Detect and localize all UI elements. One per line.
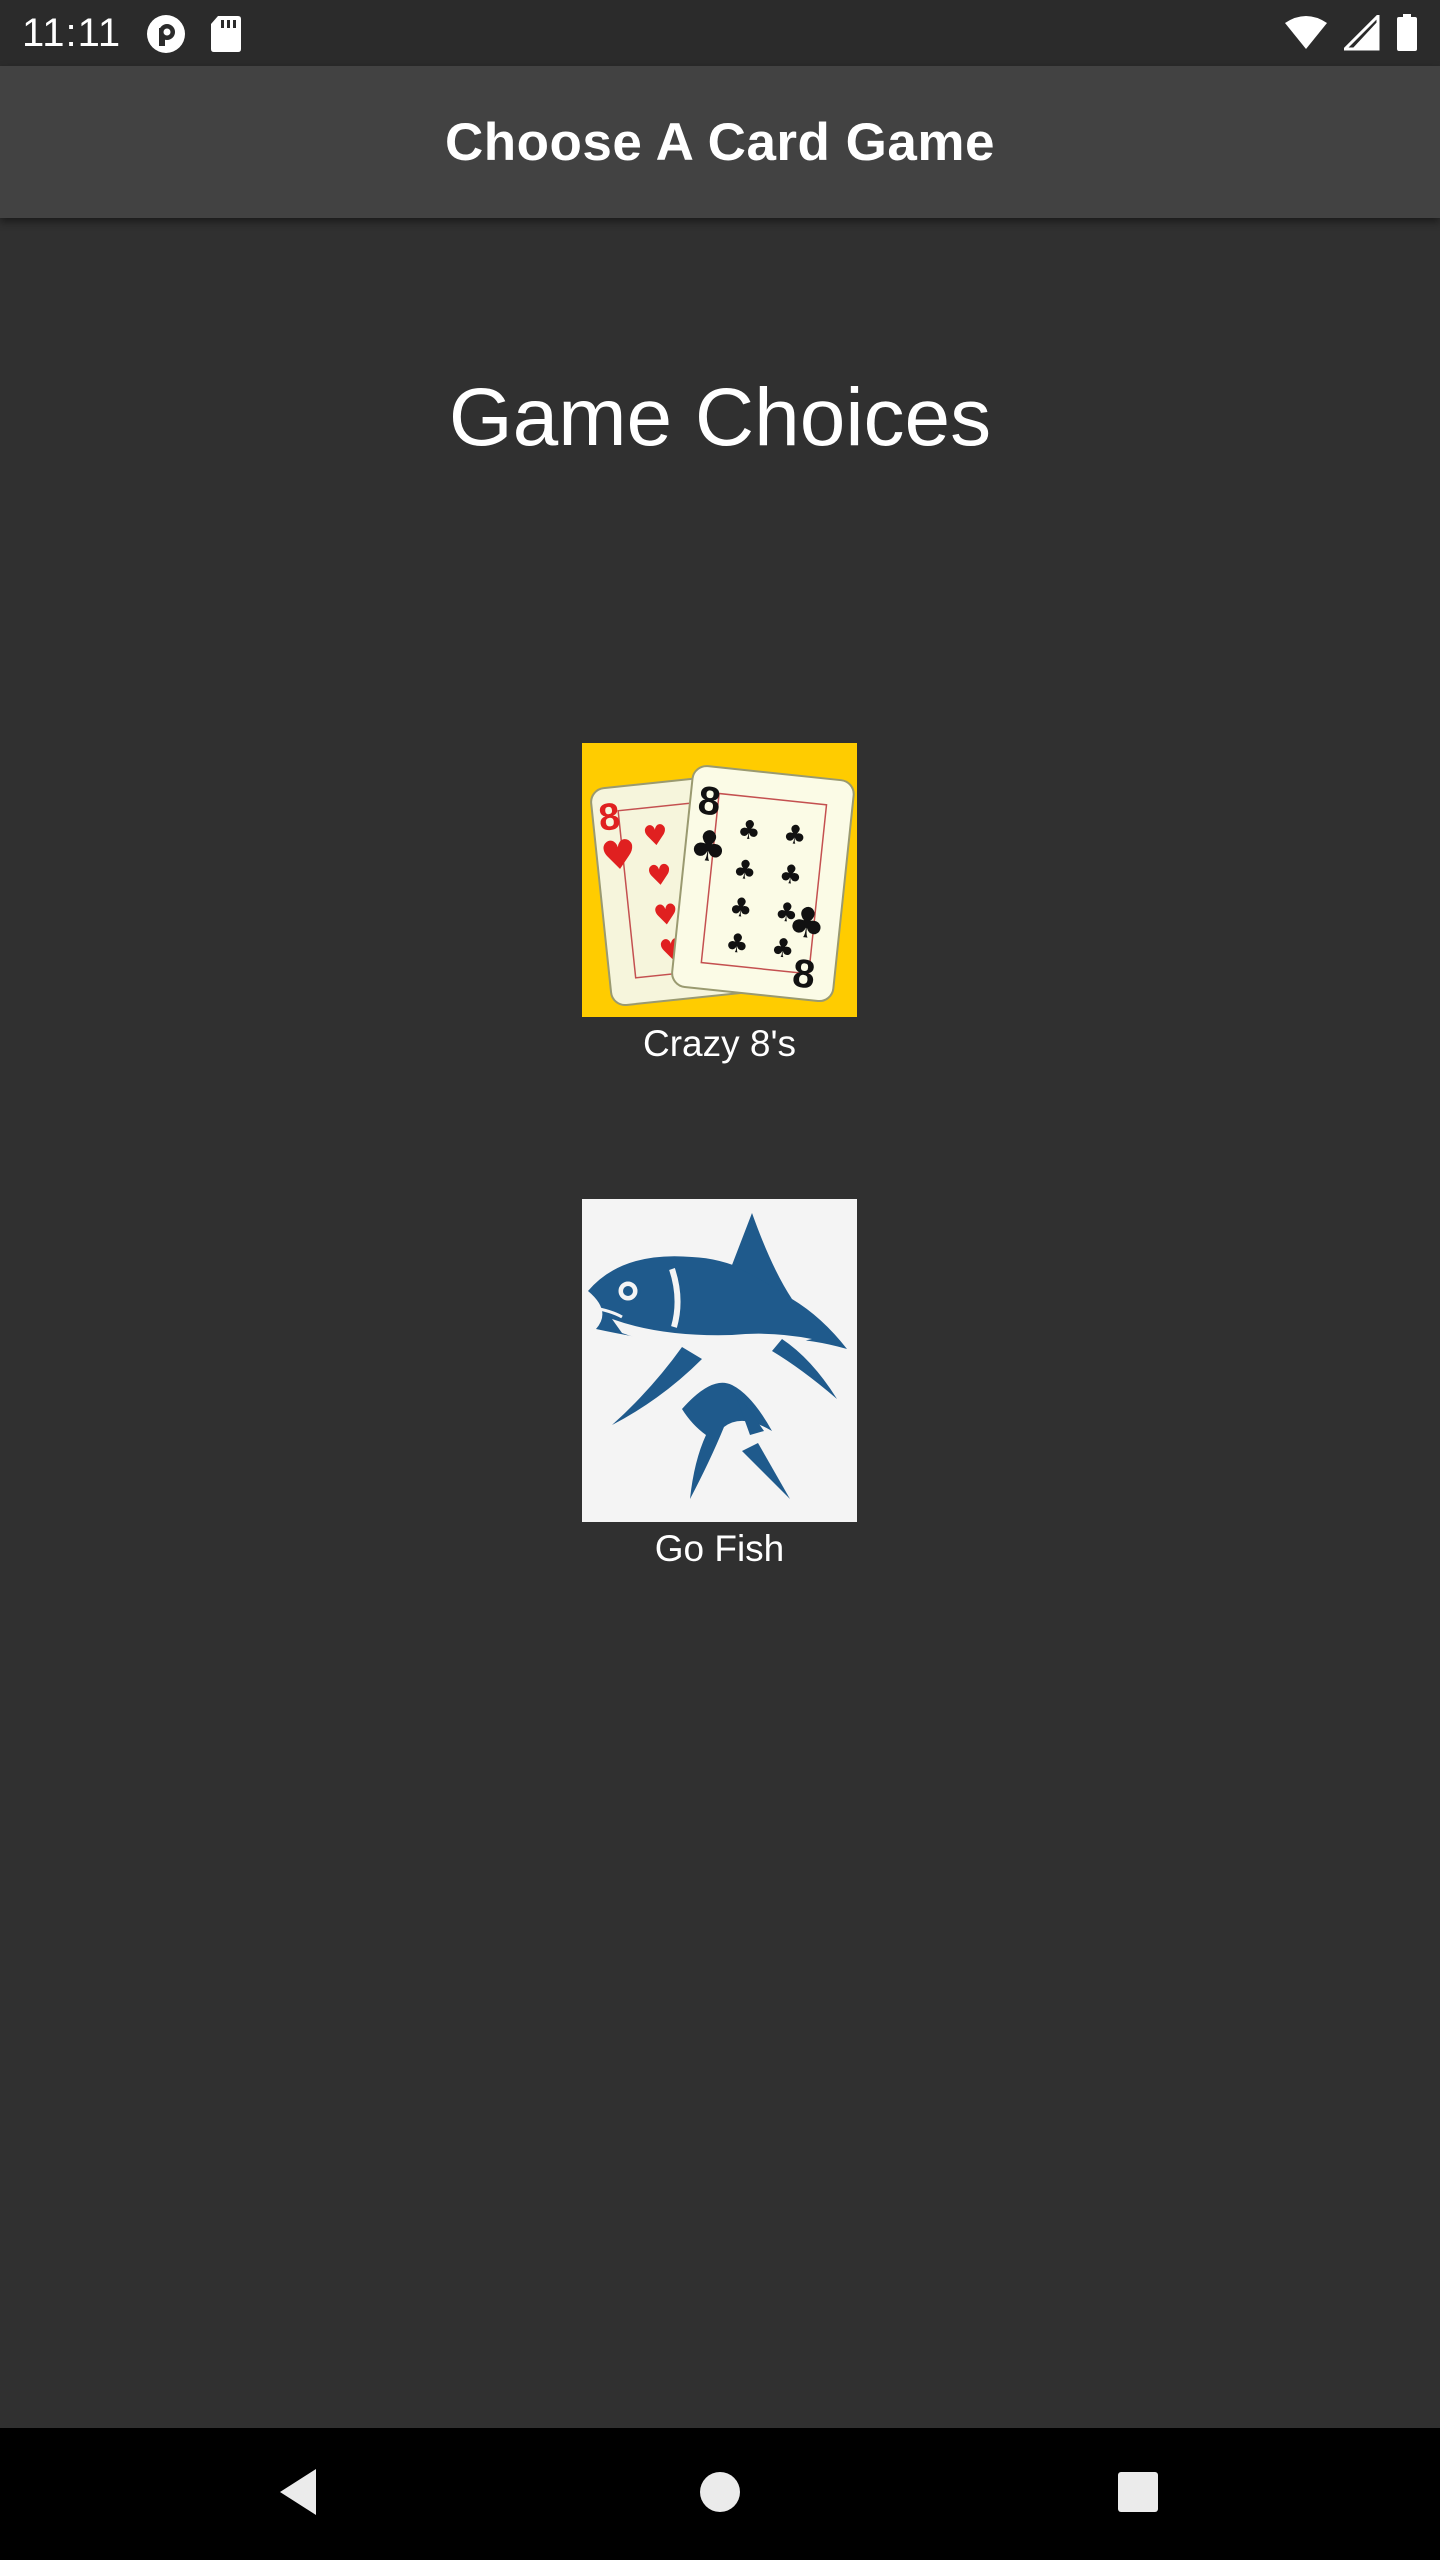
tuna-fish-image[interactable] — [582, 1199, 857, 1522]
battery-icon — [1396, 14, 1418, 57]
go-fish-label[interactable]: Go Fish — [582, 1524, 857, 1574]
wifi-icon — [1284, 15, 1328, 56]
cell-signal-icon — [1341, 12, 1380, 56]
back-icon — [276, 2467, 320, 2522]
svg-text:♣: ♣ — [687, 820, 730, 873]
screen: 11:11 Choose A Card Game Game Choices 8 … — [0, 0, 1440, 2560]
app-title: Choose A Card Game — [445, 112, 995, 172]
status-left-icons — [146, 14, 242, 59]
svg-text:♣: ♣ — [782, 820, 808, 852]
svg-text:8: 8 — [790, 951, 817, 997]
crazy-eights-label[interactable]: Crazy 8's — [582, 1019, 857, 1069]
svg-text:♣: ♣ — [736, 815, 762, 847]
svg-text:♣: ♣ — [732, 854, 758, 886]
app-bar: Choose A Card Game — [0, 66, 1440, 218]
navigation-bar — [0, 2428, 1440, 2560]
sd-card-icon — [210, 14, 242, 59]
svg-text:♥: ♥ — [652, 897, 680, 932]
crazy-eights-option[interactable]: 8 ♥ ♥ ♥ ♥ ♥ 8 ♣ ♣ ♣ ♣ ♣ ♣ ♣ ♣ ♣ ♣ 8 Craz… — [582, 743, 857, 1069]
pocket-casts-icon — [146, 14, 186, 59]
svg-text:♣: ♣ — [728, 892, 754, 924]
status-time: 11:11 — [22, 11, 122, 55]
svg-text:♣: ♣ — [786, 897, 829, 950]
recents-icon — [1116, 2470, 1160, 2519]
svg-text:♥: ♥ — [641, 818, 669, 853]
svg-text:8: 8 — [696, 778, 723, 824]
svg-text:♥: ♥ — [599, 831, 639, 880]
status-bar: 11:11 — [0, 0, 1440, 66]
home-button[interactable] — [684, 2458, 756, 2530]
recents-button[interactable] — [1102, 2458, 1174, 2530]
svg-text:♣: ♣ — [724, 928, 750, 960]
svg-text:♣: ♣ — [777, 859, 803, 891]
status-right-icons — [1284, 12, 1418, 57]
back-button[interactable] — [262, 2458, 334, 2530]
crazy-eights-cards-image[interactable]: 8 ♥ ♥ ♥ ♥ ♥ 8 ♣ ♣ ♣ ♣ ♣ ♣ ♣ ♣ ♣ ♣ 8 — [582, 743, 857, 1017]
go-fish-option[interactable]: Go Fish — [582, 1199, 857, 1574]
home-icon — [698, 2470, 742, 2519]
game-choices-heading: Game Choices — [448, 372, 992, 463]
svg-text:♥: ♥ — [645, 858, 673, 893]
